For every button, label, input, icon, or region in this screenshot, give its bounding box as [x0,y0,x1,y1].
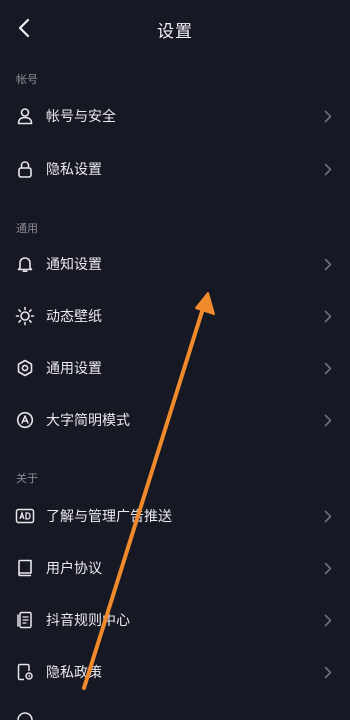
chevron-right-icon [320,360,336,376]
settings-item-label: 动态壁纸 [46,309,102,325]
top-bar: 设置 [0,0,350,56]
settings-item-label: 了解与管理广告推送 [46,509,172,525]
settings-item-label: 隐私政策 [46,665,102,681]
settings-item-community-rules[interactable]: 抖音规则中心 [0,594,350,646]
page-title: 设置 [157,22,193,42]
settings-item-ad-management[interactable]: 了解与管理广告推送 [0,490,350,542]
settings-item-label: 大字简明模式 [46,413,130,429]
settings-item-label: 抖音规则中心 [46,613,130,629]
chevron-right-icon [320,256,336,272]
chevron-right-icon [320,412,336,428]
settings-item-general-settings[interactable]: 通用设置 [0,342,350,394]
user-icon [15,106,35,126]
settings-item-privacy-settings[interactable]: 隐私设置 [0,143,350,195]
chevron-right-icon [320,161,336,177]
shield-icon [15,710,35,720]
settings-item-label: 用户协议 [46,561,102,577]
chevron-right-icon [320,308,336,324]
settings-item-privacy-policy[interactable]: 隐私政策 [0,646,350,698]
chevron-right-icon [320,664,336,680]
settings-item-next-partial[interactable] [0,700,350,720]
settings-item-account-security[interactable]: 帐号与安全 [0,90,350,142]
section-label-general: 通用 [16,222,38,235]
bell-icon [15,254,35,274]
chevron-right-icon [320,108,336,124]
book-icon [15,558,35,578]
settings-item-label: 帐号与安全 [46,109,116,125]
section-label-account: 帐号 [16,73,38,86]
chevron-right-icon [320,612,336,628]
chevron-right-icon [320,560,336,576]
settings-item-label: 通知设置 [46,257,102,273]
ad-icon [15,506,35,526]
lock-icon [15,159,35,179]
gear-icon [15,358,35,378]
font-mode-icon [15,410,35,430]
settings-item-user-agreement[interactable]: 用户协议 [0,542,350,594]
section-label-about: 关于 [16,472,38,485]
settings-item-label: 通用设置 [46,361,102,377]
document-icon [15,610,35,630]
chevron-right-icon [320,508,336,524]
settings-item-large-font-mode[interactable]: 大字简明模式 [0,394,350,446]
sun-icon [15,306,35,326]
settings-item-live-wallpaper[interactable]: 动态壁纸 [0,290,350,342]
settings-item-notification-settings[interactable]: 通知设置 [0,238,350,290]
settings-item-label: 隐私设置 [46,162,102,178]
policy-icon [15,662,35,682]
